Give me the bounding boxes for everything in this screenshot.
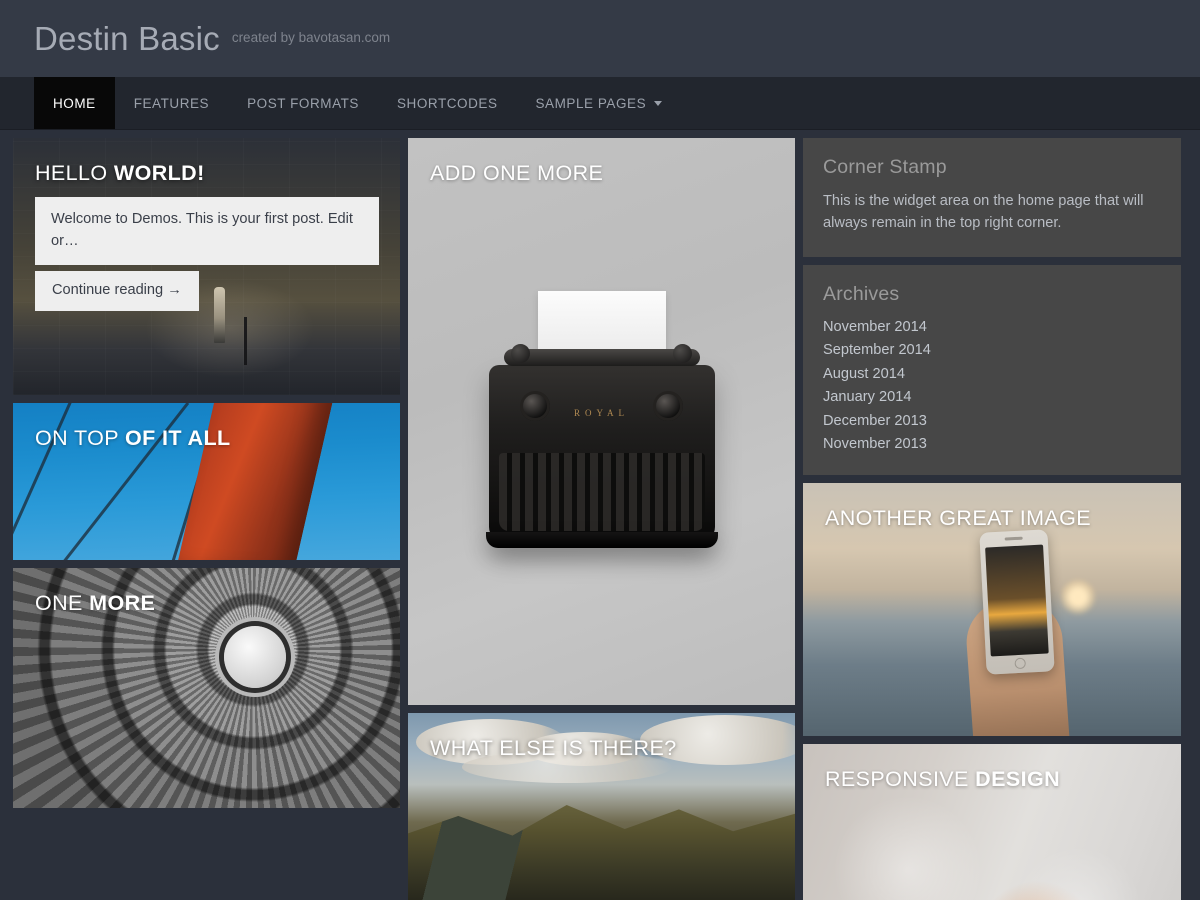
site-tagline: created by bavotasan.com (232, 30, 390, 48)
list-item: September 2014 (823, 341, 1161, 359)
archives-list: November 2014 September 2014 August 2014… (823, 318, 1161, 454)
continue-reading-button[interactable]: Continue reading → (35, 271, 199, 311)
nav-item-features[interactable]: Features (115, 77, 228, 129)
post-title: One More (13, 568, 177, 616)
nav-item-label: Home (53, 96, 96, 111)
mountain-ridge (408, 792, 795, 900)
widget-text: This is the widget area on the home page… (823, 191, 1161, 235)
archive-link[interactable]: September 2014 (823, 342, 931, 358)
nav-item-sample-pages[interactable]: Sample Pages (517, 77, 682, 129)
nav-item-post-formats[interactable]: Post Formats (228, 77, 378, 129)
typewriter-roller (504, 349, 700, 366)
bokeh-light (1013, 846, 1143, 900)
post-title-bold: World! (114, 161, 205, 185)
nav-item-label: Post Formats (247, 96, 359, 111)
archive-link[interactable]: December 2013 (823, 413, 927, 429)
typewriter-spool (520, 391, 550, 421)
archive-link[interactable]: August 2014 (823, 366, 905, 382)
nav-item-label: Features (134, 96, 209, 111)
post-title-light: On Top (35, 426, 125, 450)
site-header: Destin Basic created by bavotasan.com (0, 0, 1200, 77)
post-title-light: Another Great Image (825, 506, 1091, 530)
post-card-add-one-more[interactable]: ROYAL Add One More (408, 138, 795, 705)
post-card-another-great-image[interactable]: Another Great Image (803, 483, 1181, 736)
post-title: Responsive Design (803, 744, 1082, 792)
post-title-light: Hello (35, 161, 114, 185)
post-card-on-top-of-it-all[interactable]: On Top of it All (13, 403, 400, 560)
site-title[interactable]: Destin Basic (34, 20, 220, 58)
bokeh-light (833, 795, 983, 900)
primary-navigation: Home Features Post Formats Shortcodes Sa… (0, 77, 1200, 130)
list-item: November 2014 (823, 318, 1161, 336)
smartphone (979, 530, 1054, 675)
post-title: Add One More (408, 138, 625, 186)
typewriter-brand-plate: ROYAL (574, 408, 629, 418)
typewriter-base (486, 532, 718, 548)
nav-item-home[interactable]: Home (34, 77, 115, 129)
post-title: Hello World! (13, 138, 227, 186)
list-item: December 2013 (823, 412, 1161, 430)
list-item: November 2013 (823, 435, 1161, 453)
grid-column-middle: ROYAL Add One More What Else Is There? (408, 138, 795, 900)
typewriter-keys (499, 453, 705, 531)
post-card-hello-world[interactable]: Hello World! Welcome to Demos. This is y… (13, 138, 400, 395)
post-card-what-else-is-there[interactable]: What Else Is There? (408, 713, 795, 900)
phone-home-button (1014, 658, 1026, 670)
typewriter-spool (653, 391, 683, 421)
post-thumbnail-typewriter: ROYAL (408, 138, 795, 705)
post-title: What Else Is There? (408, 713, 699, 761)
post-title: Another Great Image (803, 483, 1113, 531)
post-title-light: What Else Is There? (430, 736, 677, 760)
post-card-one-more[interactable]: One More (13, 568, 400, 808)
sun (1060, 579, 1096, 615)
post-title-bold: More (89, 591, 155, 615)
list-item: January 2014 (823, 388, 1161, 406)
archive-link[interactable]: January 2014 (823, 389, 911, 405)
list-item: August 2014 (823, 365, 1161, 383)
chevron-down-icon (654, 101, 662, 106)
widget-title: Archives (823, 283, 1161, 306)
nav-item-label: Shortcodes (397, 96, 498, 111)
phone-screen (985, 545, 1049, 657)
grid-column-left: Hello World! Welcome to Demos. This is y… (13, 138, 400, 900)
post-excerpt-wrapper: Welcome to Demos. This is your first pos… (35, 197, 379, 311)
post-title-bold: of it All (125, 426, 231, 450)
post-grid: Hello World! Welcome to Demos. This is y… (0, 130, 1200, 900)
post-excerpt: Welcome to Demos. This is your first pos… (35, 197, 379, 265)
post-title-light: Responsive (825, 767, 975, 791)
widget-archives: Archives November 2014 September 2014 Au… (803, 265, 1181, 476)
nav-item-shortcodes[interactable]: Shortcodes (378, 77, 517, 129)
post-title-light: One (35, 591, 89, 615)
post-card-responsive-design[interactable]: Responsive Design (803, 744, 1181, 900)
nav-item-label: Sample Pages (536, 96, 647, 111)
widget-corner-stamp: Corner Stamp This is the widget area on … (803, 138, 1181, 257)
post-title: On Top of it All (13, 403, 253, 451)
typewriter-knob (511, 344, 530, 363)
post-title-bold: Design (975, 767, 1060, 791)
archive-link[interactable]: November 2014 (823, 319, 927, 335)
widget-title: Corner Stamp (823, 156, 1161, 179)
grid-column-right: Corner Stamp This is the widget area on … (803, 138, 1181, 900)
post-title-light: Add One More (430, 161, 603, 185)
phone-earpiece (1004, 537, 1022, 540)
archive-link[interactable]: November 2013 (823, 436, 927, 452)
